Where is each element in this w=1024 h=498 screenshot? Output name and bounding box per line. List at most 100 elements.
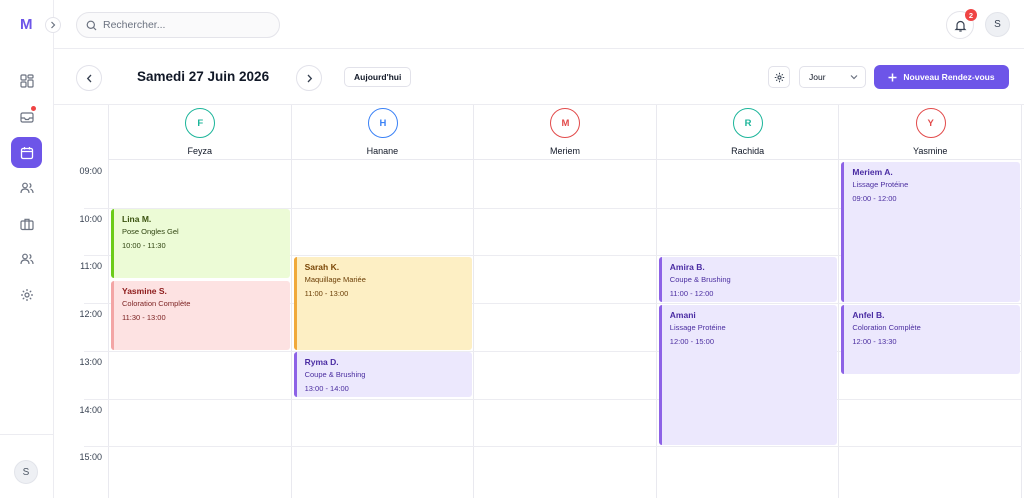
- staff-column-header: H Hanane: [291, 105, 474, 160]
- hour-gridline: [291, 398, 475, 400]
- staff-name: Meriem: [549, 146, 580, 156]
- hour-label: 12:00: [79, 309, 102, 320]
- gear-icon: [20, 288, 33, 301]
- hour-gridline: [474, 398, 657, 400]
- hour-gridline: [84, 398, 109, 400]
- appointment-card[interactable]: Amira B. Coupe & Brushing 11:00 - 12:00: [658, 256, 838, 303]
- day-calendar-grid: 09:00 10:00 11:00 12:00 13:00 14:00 15:00 F Fey…: [54, 105, 1024, 498]
- sidebar-item-clients[interactable]: [11, 172, 42, 203]
- chevron-right-icon: [51, 21, 56, 29]
- hour-gridline: [84, 350, 109, 352]
- hour-gridline: [84, 303, 109, 305]
- staff-avatar: Y: [915, 108, 946, 138]
- briefcase-icon: [19, 218, 34, 230]
- hour-label: 10:00: [79, 213, 102, 224]
- users-icon: [19, 182, 34, 193]
- appointment-card[interactable]: Amani Lissage Protéine 12:00 - 15:00: [658, 304, 838, 446]
- appointment-service: Coloration Complète: [122, 298, 191, 308]
- user-avatar[interactable]: S: [985, 12, 1010, 37]
- appointment-time: 13:00 - 14:00: [304, 384, 349, 394]
- staff-avatar: M: [550, 108, 581, 138]
- appointment-card[interactable]: Lina M. Pose Ongles Gel 10:00 - 11:30: [111, 209, 290, 279]
- hour-gridline: [291, 207, 475, 209]
- appointment-time: 12:00 - 13:30: [852, 336, 897, 346]
- appointment-time: 11:00 - 12:00: [669, 288, 714, 298]
- notification-count-badge: 2: [965, 9, 977, 21]
- hour-gridline: [656, 207, 840, 209]
- hour-gridline: [84, 446, 109, 448]
- sidebar-item-services[interactable]: [11, 208, 42, 239]
- appointment-card[interactable]: Yasmine S. Coloration Complète 11:30 - 13:…: [111, 280, 290, 350]
- appointment-client: Sarah K.: [304, 261, 340, 272]
- hour-label: 13:00: [79, 356, 102, 367]
- sidebar-item-calendar[interactable]: [11, 137, 42, 168]
- sidebar-item-team[interactable]: [11, 243, 42, 274]
- staff-name: Hanane: [366, 146, 399, 156]
- calendar-settings-button[interactable]: [768, 66, 790, 88]
- staff-name: Feyza: [187, 146, 213, 156]
- team-icon: [19, 253, 34, 264]
- chevron-down-icon: [850, 75, 858, 80]
- hour-gridline: [109, 446, 292, 448]
- staff-avatar: F: [185, 108, 216, 138]
- previous-day-button[interactable]: [76, 65, 102, 91]
- calendar-toolbar: Samedi 27 Juin 2026 Aujourd'hui Jour Nou…: [54, 49, 1024, 105]
- appointment-service: Lissage Protéine: [852, 179, 909, 189]
- dashboard-icon: [19, 73, 34, 88]
- appointment-service: Coupe & Brushing: [304, 370, 366, 380]
- hour-label: 11:00: [80, 261, 102, 272]
- appointment-time: 11:00 - 13:00: [304, 288, 349, 298]
- gear-icon: [774, 72, 784, 82]
- sidebar-avatar[interactable]: S: [14, 460, 38, 484]
- hour-gridline: [474, 207, 657, 209]
- hour-label: 14:00: [79, 404, 102, 415]
- staff-name: Yasmine: [913, 146, 948, 156]
- bell-icon: [954, 20, 966, 32]
- top-header: 2 S: [54, 0, 1024, 49]
- app-logo[interactable]: M: [20, 16, 33, 33]
- appointment-card[interactable]: Meriem A. Lissage Protéine 09:00 - 12:00: [841, 161, 1020, 303]
- chevron-right-icon: [307, 74, 312, 82]
- chevron-left-icon: [86, 74, 91, 82]
- search-box[interactable]: [76, 12, 280, 38]
- appointment-client: Ryma D.: [304, 357, 339, 368]
- view-select-value: Jour: [809, 72, 826, 82]
- hour-gridline: [656, 303, 840, 305]
- search-input[interactable]: [103, 19, 263, 31]
- appointment-time: 12:00 - 15:00: [669, 336, 714, 346]
- appointment-service: Maquillage Mariée: [304, 274, 366, 284]
- appointment-client: Amira B.: [669, 261, 705, 272]
- sidebar-item-inbox[interactable]: [11, 101, 42, 132]
- view-select[interactable]: Jour: [799, 66, 866, 88]
- sidebar-item-settings[interactable]: [11, 279, 42, 310]
- notifications-button[interactable]: 2: [946, 9, 977, 39]
- appointment-card[interactable]: Sarah K. Maquillage Mariée 11:00 - 13:00: [293, 256, 473, 350]
- calendar-icon: [20, 146, 33, 159]
- staff-column-meriem[interactable]: M Meriem: [474, 105, 657, 498]
- hour-gridline: [474, 255, 657, 257]
- appointment-card[interactable]: Anfel B. Coloration Complète 12:00 - 13:30: [841, 304, 1020, 374]
- staff-avatar: R: [733, 108, 764, 138]
- appointment-client: Meriem A.: [852, 166, 893, 177]
- staff-avatar: H: [367, 108, 398, 138]
- appointment-card[interactable]: Ryma D. Coupe & Brushing 13:00 - 14:00: [293, 352, 473, 398]
- appointment-service: Coupe & Brushing: [669, 274, 731, 284]
- staff-column-header: F Feyza: [109, 105, 291, 160]
- inbox-icon: [19, 111, 34, 123]
- next-day-button[interactable]: [296, 65, 322, 91]
- hour-gridline: [84, 207, 109, 209]
- plus-icon: [888, 73, 897, 81]
- sidebar-collapse-button[interactable]: [45, 17, 61, 33]
- appointment-client: Lina M.: [122, 214, 152, 225]
- hour-gridline: [474, 350, 657, 352]
- today-button[interactable]: Aujourd'hui: [344, 67, 412, 87]
- appointment-client: Yasmine S.: [122, 285, 167, 296]
- appointment-time: 09:00 - 12:00: [852, 193, 897, 203]
- hour-gridline: [291, 446, 475, 448]
- new-appointment-label: Nouveau Rendez-vous: [903, 72, 995, 82]
- new-appointment-button[interactable]: Nouveau Rendez-vous: [874, 65, 1009, 89]
- sidebar-item-dashboard[interactable]: [11, 65, 42, 96]
- hour-gridline: [474, 303, 657, 305]
- staff-column-header: M Meriem: [474, 105, 656, 160]
- search-icon: [86, 20, 97, 30]
